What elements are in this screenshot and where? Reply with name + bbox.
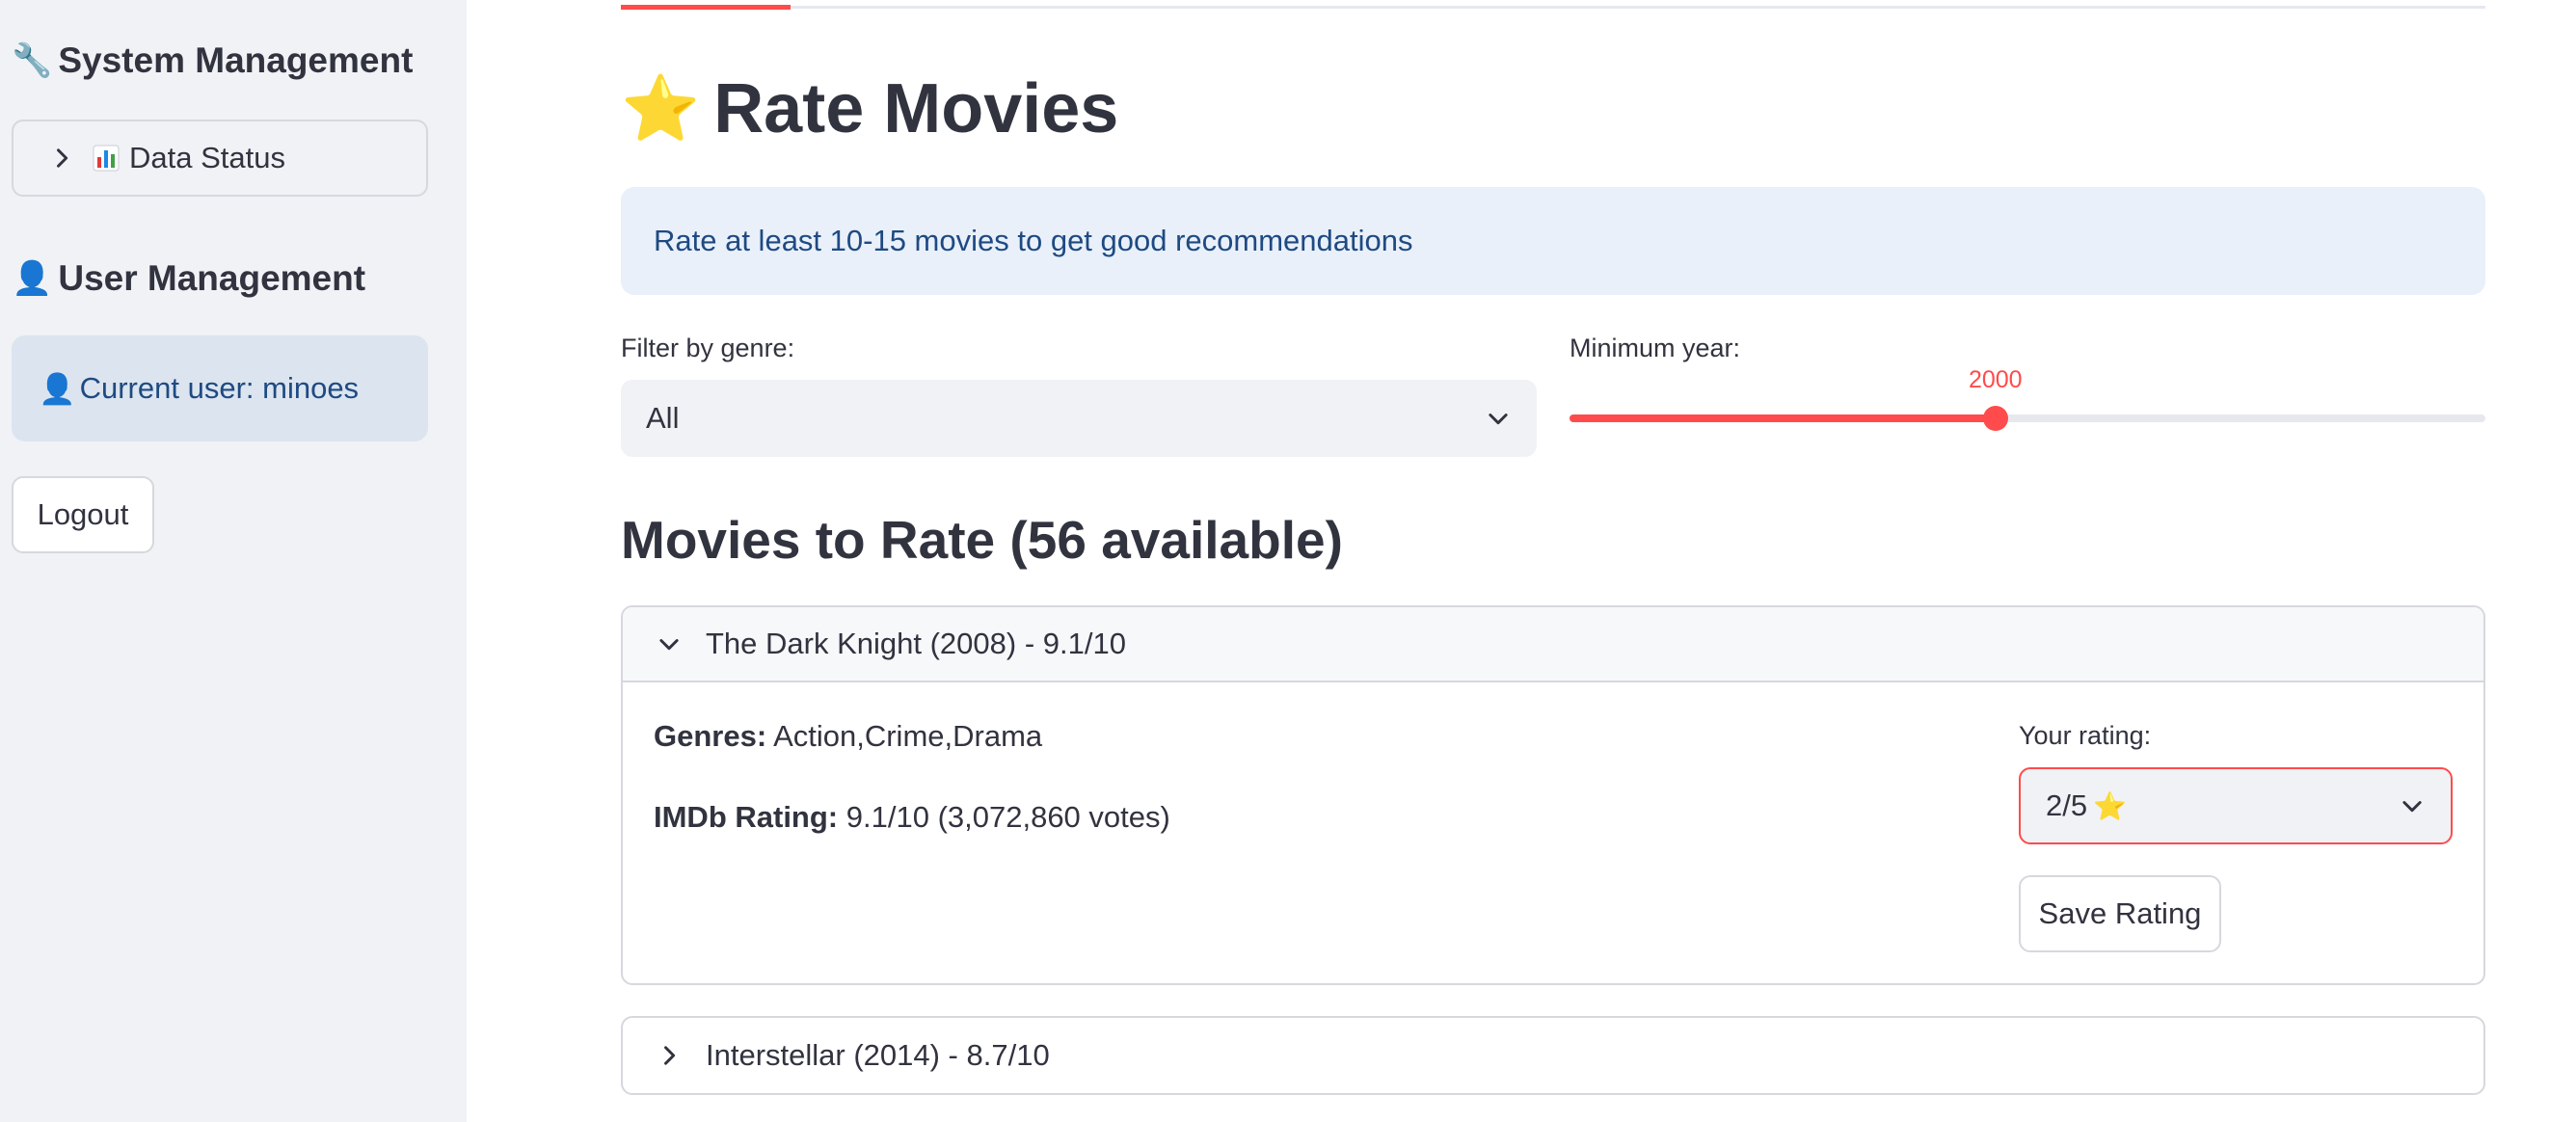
chevron-right-icon bbox=[57, 148, 68, 168]
user-icon: 👤 bbox=[12, 260, 53, 297]
page-title: ⭐ Rate Movies bbox=[621, 69, 1118, 148]
movie-expander: The Dark Knight (2008) - 9.1/10 Genres: … bbox=[621, 605, 2485, 985]
bar-chart-icon bbox=[93, 145, 120, 172]
year-slider-thumb[interactable] bbox=[1982, 406, 2008, 431]
sidebar: 🔧 System Management Data Status 👤 User M… bbox=[0, 0, 467, 1122]
page-title-text: Rate Movies bbox=[713, 70, 1119, 147]
data-status-expander[interactable]: Data Status bbox=[12, 120, 428, 197]
wrench-icon: 🔧 bbox=[12, 42, 53, 79]
rating-select[interactable]: 2/5 ⭐ bbox=[2019, 767, 2453, 844]
main-content: ⭐ Rate Movies Rate at least 10-15 movies… bbox=[467, 0, 2576, 1122]
star-icon: ⭐ bbox=[2093, 790, 2127, 821]
rating-value: 2/5 bbox=[2046, 788, 2088, 822]
year-slider-fill bbox=[1570, 414, 1996, 422]
tab-bar bbox=[621, 6, 2485, 9]
genres-label: Genres: bbox=[654, 719, 767, 753]
logout-button[interactable]: Logout bbox=[12, 476, 154, 553]
year-slider-label: Minimum year: bbox=[1570, 334, 1741, 362]
genre-filter-value: All bbox=[646, 401, 680, 435]
system-management-title: System Management bbox=[58, 40, 414, 80]
save-rating-button[interactable]: Save Rating bbox=[2019, 875, 2221, 952]
movie-expander-header[interactable]: The Dark Knight (2008) - 9.1/10 bbox=[623, 607, 2483, 682]
system-management-heading: 🔧 System Management bbox=[12, 40, 413, 81]
active-tab-indicator bbox=[621, 5, 791, 10]
chevron-right-icon bbox=[664, 1046, 676, 1065]
genre-filter-label: Filter by genre: bbox=[621, 334, 795, 362]
imdb-label: IMDb Rating: bbox=[654, 800, 839, 834]
chevron-down-icon bbox=[1489, 414, 1508, 425]
your-rating-label: Your rating: bbox=[2019, 721, 2152, 750]
genres-value: Action,Crime,Drama bbox=[773, 719, 1043, 753]
user-icon: 👤 bbox=[39, 371, 76, 406]
movie-expander-header[interactable]: Interstellar (2014) - 8.7/10 bbox=[623, 1018, 2483, 1093]
chevron-down-icon bbox=[2402, 801, 2422, 813]
movie-genres: Genres: Action,Crime,Drama bbox=[654, 719, 1042, 754]
movie-imdb-rating: IMDb Rating: 9.1/10 (3,072,860 votes) bbox=[654, 800, 1170, 835]
movies-section-title: Movies to Rate (56 available) bbox=[621, 510, 1343, 570]
user-management-title: User Management bbox=[58, 258, 366, 298]
info-alert-text: Rate at least 10-15 movies to get good r… bbox=[654, 224, 1413, 257]
year-slider[interactable]: 2000 bbox=[1570, 366, 2485, 431]
year-slider-value: 2000 bbox=[1968, 366, 2023, 393]
current-user-info: 👤 Current user: minoes bbox=[12, 335, 428, 441]
user-management-heading: 👤 User Management bbox=[12, 258, 365, 299]
current-user-text: Current user: minoes bbox=[79, 371, 360, 405]
chevron-down-icon bbox=[659, 639, 679, 651]
info-alert: Rate at least 10-15 movies to get good r… bbox=[621, 187, 2485, 295]
movie-title: Interstellar (2014) - 8.7/10 bbox=[706, 1038, 1050, 1072]
movie-title: The Dark Knight (2008) - 9.1/10 bbox=[706, 627, 1126, 660]
movie-expander: Interstellar (2014) - 8.7/10 bbox=[621, 1016, 2485, 1095]
imdb-value: 9.1/10 (3,072,860 votes) bbox=[845, 800, 1170, 834]
star-icon: ⭐ bbox=[621, 72, 701, 144]
genre-filter-select[interactable]: All bbox=[621, 380, 1537, 457]
data-status-label: Data Status bbox=[129, 141, 285, 174]
